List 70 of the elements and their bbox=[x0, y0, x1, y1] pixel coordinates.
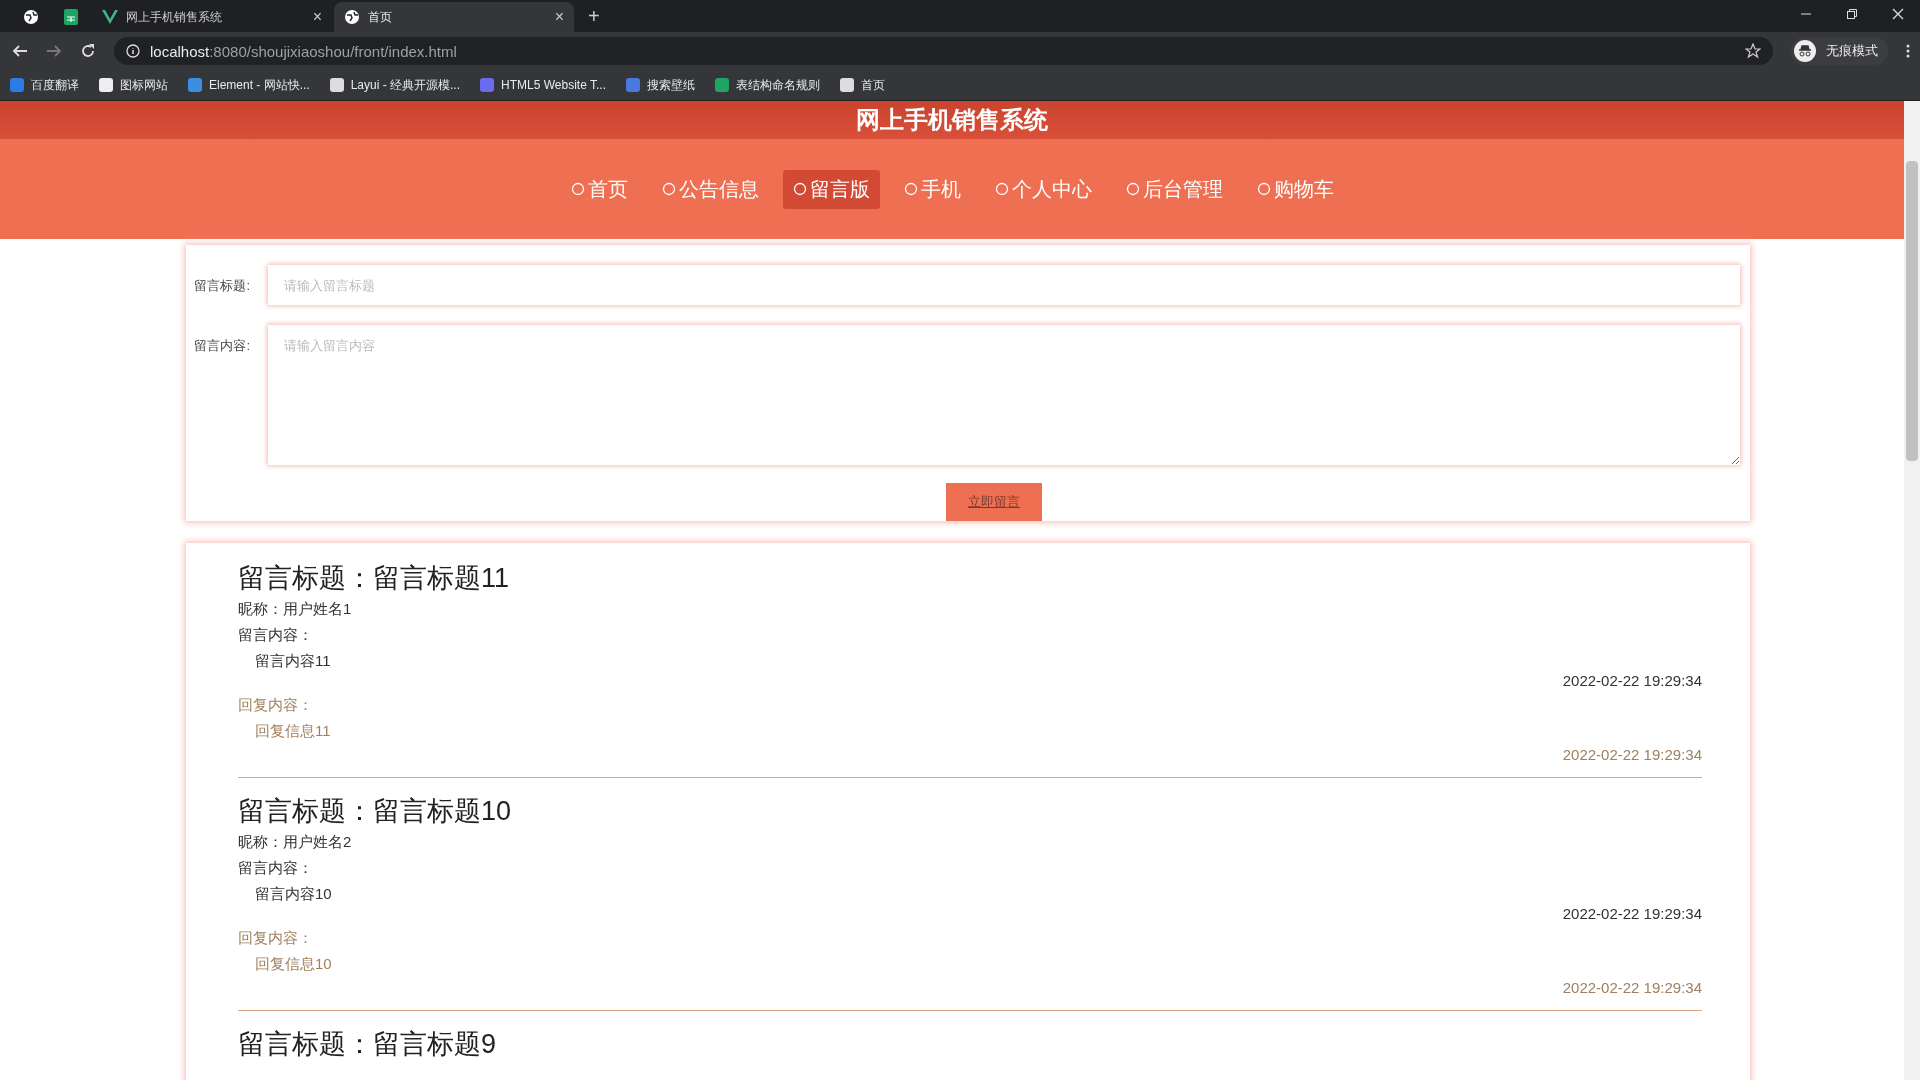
close-icon[interactable] bbox=[1892, 8, 1904, 20]
nav-icon bbox=[661, 182, 676, 196]
bookmark[interactable]: 百度翻译 bbox=[10, 76, 79, 94]
browser-tab[interactable]: 首页 × bbox=[334, 2, 574, 32]
message-content: 留言内容11 bbox=[254, 651, 332, 671]
scrollbar-thumb[interactable] bbox=[1906, 161, 1918, 461]
nickname: 昵称：用户姓名1 bbox=[238, 599, 353, 619]
nickname: 昵称：用户姓名2 bbox=[238, 832, 353, 852]
bookmark[interactable]: 首页 bbox=[840, 76, 885, 94]
message-date: 2022-02-22 19:29:34 bbox=[1562, 904, 1702, 924]
bookmark-icon bbox=[480, 78, 495, 92]
bookmark[interactable]: 表结构命名规则 bbox=[715, 76, 820, 94]
reply-content: 回复信息10 bbox=[254, 954, 333, 974]
incognito-badge[interactable]: 无痕模式 bbox=[1791, 37, 1888, 65]
bookmark[interactable]: HTML5 Website T... bbox=[480, 78, 606, 92]
reply-date: 2022-02-22 19:29:34 bbox=[1562, 978, 1702, 998]
restore-icon[interactable] bbox=[1846, 8, 1858, 20]
tab-title: 网上手机销售系统 bbox=[126, 8, 223, 26]
content-label: 留言内容： bbox=[238, 858, 314, 878]
reply-label: 回复内容： bbox=[238, 928, 314, 948]
address-field[interactable]: localhost:8080/shoujixiaoshou/front/index.html bbox=[114, 37, 1773, 65]
message-content: 留言内容10 bbox=[254, 884, 333, 904]
bookmark-icon bbox=[329, 78, 344, 92]
bookmark-icon bbox=[10, 78, 24, 92]
more-menu-icon[interactable] bbox=[1906, 44, 1910, 58]
reply-date: 2022-02-22 19:29:34 bbox=[1562, 745, 1702, 765]
nav-icon bbox=[1125, 182, 1140, 196]
bookmark-icon bbox=[840, 78, 854, 92]
tab-close-button[interactable]: × bbox=[312, 8, 322, 26]
bookmark-icon bbox=[99, 78, 113, 92]
info-icon bbox=[126, 44, 140, 58]
field-label: 留言标题: bbox=[193, 277, 250, 295]
reply-content: 回复信息11 bbox=[254, 721, 332, 741]
bookmark[interactable]: 搜索壁纸 bbox=[626, 76, 695, 94]
back-icon[interactable] bbox=[12, 43, 28, 59]
bookmark[interactable]: Layui - 经典开源模... bbox=[329, 76, 461, 94]
new-tab-button[interactable]: + bbox=[576, 4, 612, 28]
reply-label: 回复内容： bbox=[238, 695, 314, 715]
bookmark[interactable]: Element - 网站快... bbox=[188, 76, 310, 94]
globe-icon bbox=[344, 9, 360, 25]
bookmark[interactable]: 图标网站 bbox=[99, 76, 168, 94]
message-title: 留言标题：留言标题11 bbox=[238, 562, 511, 595]
content-label: 留言内容： bbox=[238, 625, 314, 645]
nav-icon bbox=[1256, 182, 1271, 196]
bookmark-icon bbox=[715, 78, 729, 92]
message-date: 2022-02-22 19:29:34 bbox=[1562, 671, 1702, 691]
field-label: 留言内容: bbox=[193, 337, 250, 355]
incognito-icon bbox=[1794, 40, 1816, 62]
bookmark-icon bbox=[188, 78, 202, 92]
tab-close-button[interactable]: × bbox=[554, 8, 564, 26]
nav-icon bbox=[994, 182, 1009, 196]
site-title: 网上手机销售系统 bbox=[856, 105, 1048, 135]
reload-icon[interactable] bbox=[80, 43, 96, 59]
v-logo-icon bbox=[102, 10, 118, 24]
content-textarea[interactable]: 请输入留言内容 bbox=[268, 325, 1740, 465]
bookmark-icon bbox=[626, 78, 640, 92]
browser-tab[interactable]: 网上手机销售系统 × bbox=[92, 2, 332, 32]
message-title: 留言标题：留言标题9 bbox=[238, 1028, 498, 1061]
message-title: 留言标题：留言标题10 bbox=[238, 795, 513, 828]
spreadsheet-icon bbox=[64, 9, 78, 25]
star-icon[interactable] bbox=[1745, 43, 1761, 59]
nav-icon bbox=[792, 182, 807, 196]
globe-icon bbox=[23, 9, 39, 25]
forward-icon[interactable] bbox=[46, 43, 62, 59]
nav-icon bbox=[570, 182, 585, 196]
tab-title: 首页 bbox=[368, 8, 393, 26]
title-input[interactable]: 请输入留言标题 bbox=[268, 265, 1740, 305]
nav-item[interactable]: 留言版 bbox=[782, 169, 880, 209]
url-text: localhost:8080/shoujixiaoshou/front/index.html bbox=[150, 42, 457, 60]
nav-icon bbox=[903, 182, 918, 196]
